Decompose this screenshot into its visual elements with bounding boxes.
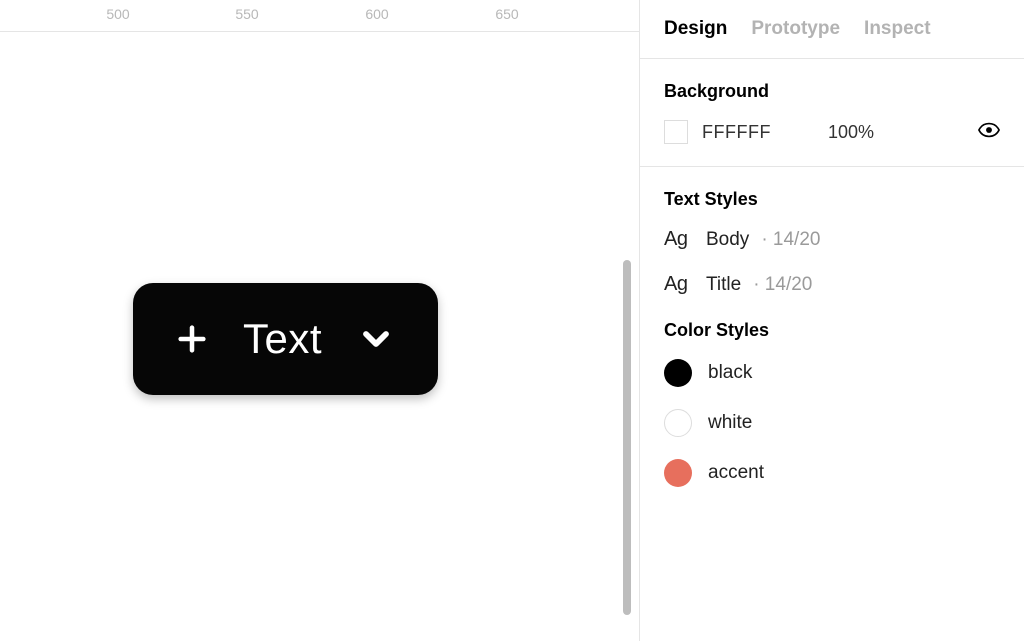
background-opacity[interactable]: 100%: [828, 122, 900, 143]
ruler: 500 550 600 650: [0, 0, 639, 32]
tab-prototype[interactable]: Prototype: [751, 18, 840, 40]
tab-design[interactable]: Design: [664, 18, 727, 40]
ruler-tick: 600: [365, 6, 388, 22]
ruler-tick: 500: [106, 6, 129, 22]
color-swatch: [664, 459, 692, 487]
color-styles-section: Color Styles black white accent: [640, 308, 1024, 509]
panel-tabs: Design Prototype Inspect: [640, 0, 1024, 59]
text-style-item[interactable]: Ag Title · 14/20: [664, 273, 1000, 296]
plus-icon[interactable]: [175, 322, 209, 356]
scrollbar-vertical[interactable]: [623, 260, 631, 615]
color-style-name: white: [708, 412, 752, 434]
text-tool-label: Text: [243, 315, 322, 363]
color-styles-title: Color Styles: [664, 320, 1000, 341]
color-swatch: [664, 359, 692, 387]
text-tool-pill[interactable]: Text: [133, 283, 438, 395]
ruler-tick: 550: [235, 6, 258, 22]
ruler-tick: 650: [495, 6, 518, 22]
text-style-name: Body: [706, 229, 749, 251]
color-style-item[interactable]: accent: [664, 459, 1000, 487]
color-style-item[interactable]: white: [664, 409, 1000, 437]
color-style-name: black: [708, 362, 752, 384]
color-swatch: [664, 409, 692, 437]
text-style-item[interactable]: Ag Body · 14/20: [664, 228, 1000, 251]
background-hex[interactable]: FFFFFF: [702, 122, 814, 143]
background-section: Background FFFFFF 100%: [640, 59, 1024, 167]
visibility-toggle[interactable]: [978, 122, 1000, 143]
color-style-item[interactable]: black: [664, 359, 1000, 387]
text-style-name: Title: [706, 274, 741, 296]
eye-icon: [978, 122, 1000, 138]
chevron-down-icon[interactable]: [356, 319, 396, 359]
background-swatch[interactable]: [664, 120, 688, 144]
text-styles-section: Text Styles Ag Body · 14/20 Ag Title · 1…: [640, 167, 1024, 308]
color-style-name: accent: [708, 462, 764, 484]
tab-inspect[interactable]: Inspect: [864, 18, 931, 40]
background-title: Background: [664, 81, 1000, 102]
text-styles-title: Text Styles: [664, 189, 1000, 210]
properties-panel: Design Prototype Inspect Background FFFF…: [639, 0, 1024, 641]
ag-icon: Ag: [664, 273, 694, 296]
canvas-area[interactable]: 500 550 600 650 Text: [0, 0, 639, 641]
text-style-meta: · 14/20: [761, 229, 820, 251]
ag-icon: Ag: [664, 228, 694, 251]
text-style-meta: · 14/20: [753, 274, 812, 296]
